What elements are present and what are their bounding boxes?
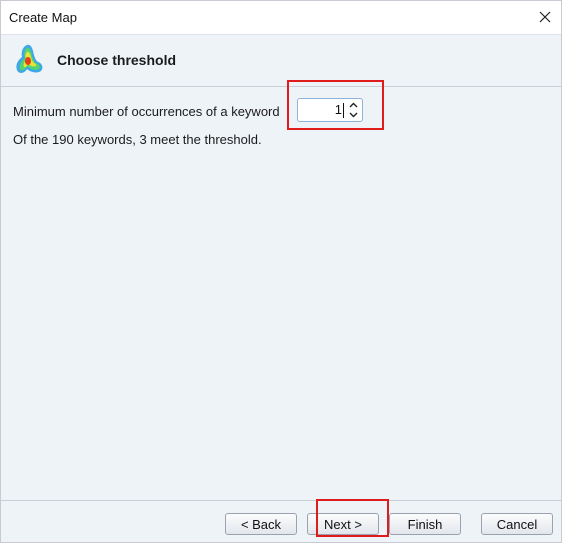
- chevron-down-icon: [349, 112, 358, 118]
- next-button[interactable]: Next >: [307, 513, 379, 535]
- back-button[interactable]: < Back: [225, 513, 297, 535]
- threshold-row: Minimum number of occurrences of a keywo…: [13, 101, 280, 121]
- threshold-info-text: Of the 190 keywords, 3 meet the threshol…: [13, 132, 262, 147]
- text-caret: [343, 103, 344, 118]
- min-occurrences-spinner[interactable]: 1: [297, 98, 363, 122]
- spinner-value[interactable]: 1: [335, 102, 342, 117]
- create-map-dialog: Create Map Choose threshold Minimum numb…: [0, 0, 562, 543]
- title-bar: Create Map: [1, 1, 561, 35]
- close-button[interactable]: [535, 7, 555, 27]
- finish-button[interactable]: Finish: [389, 513, 461, 535]
- close-icon: [539, 11, 551, 23]
- spin-up-button[interactable]: [347, 100, 360, 110]
- spin-down-button[interactable]: [347, 110, 360, 120]
- window-title: Create Map: [9, 10, 77, 25]
- footer-divider: [1, 500, 561, 501]
- chevron-up-icon: [349, 102, 358, 108]
- vosviewer-logo-icon: [16, 44, 43, 73]
- page-title: Choose threshold: [57, 52, 177, 68]
- threshold-label: Minimum number of occurrences of a keywo…: [13, 103, 280, 119]
- cancel-button[interactable]: Cancel: [481, 513, 553, 535]
- wizard-header: Choose threshold: [1, 35, 561, 87]
